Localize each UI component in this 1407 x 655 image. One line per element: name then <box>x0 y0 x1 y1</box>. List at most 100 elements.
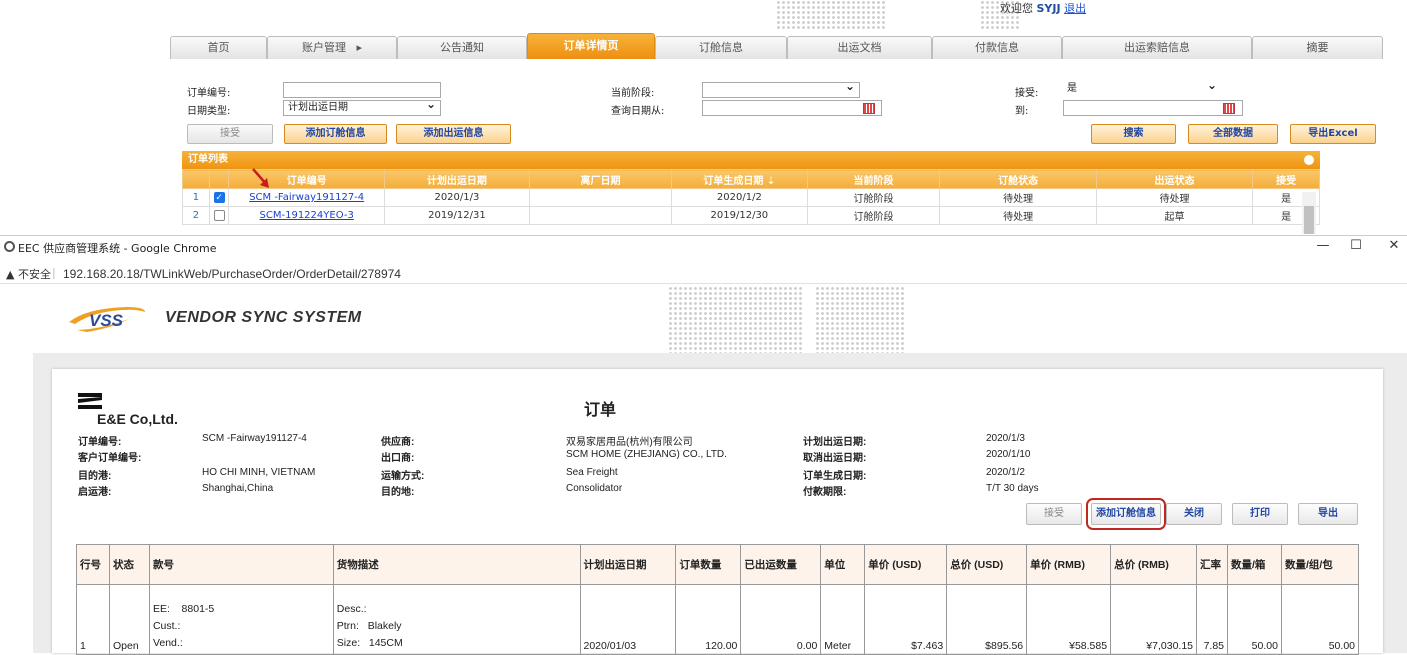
query-from-label: 查询日期从: <box>611 106 665 117</box>
stage-select[interactable] <box>702 79 860 98</box>
info-value: HO CHI MINH, VIETNAM <box>202 467 316 478</box>
col-shipping-status[interactable]: 出运状态 <box>1095 169 1254 189</box>
cell-leave <box>528 206 673 225</box>
print-button[interactable]: 打印 <box>1232 503 1288 525</box>
order-list-table: 订单编号 计划出运日期 离厂日期 订单生成日期 ⇣ 当前阶段 订舱状态 出运状态… <box>182 169 1320 225</box>
add-booking-button[interactable]: 添加订舱信息 <box>1086 498 1166 530</box>
style-ee: EE: 8801-5 <box>152 603 215 615</box>
info-label: 订单编号: <box>78 437 122 448</box>
scrollbar-thumb[interactable] <box>1304 206 1314 234</box>
col-per-pack: 数量/组/包 <box>1280 544 1360 585</box>
col-total-rmb: 总价 (RMB) <box>1110 544 1198 585</box>
tab-account-label: 账户管理 <box>301 41 346 54</box>
all-data-button[interactable]: 全部数据 <box>1188 124 1278 144</box>
tab-notices[interactable]: 公告通知 <box>397 36 527 59</box>
row-checkbox[interactable] <box>213 209 225 221</box>
tab-shipping-docs[interactable]: 出运文档 <box>787 36 932 59</box>
maximize-button[interactable]: ☐ <box>1346 238 1366 253</box>
date-to-input[interactable] <box>1063 100 1243 116</box>
info-value: 双易家居用品(杭州)有限公司 <box>566 437 693 448</box>
col-plan-date: 计划出运日期 <box>579 544 677 585</box>
vss-logo: VSS <box>69 307 145 332</box>
order-list-title: 订单列表 <box>188 154 228 165</box>
window-title: EEC 供应商管理系统 - Google Chrome <box>18 242 217 255</box>
calendar-icon[interactable] <box>1223 103 1235 114</box>
red-arrow-icon <box>252 168 269 188</box>
url-text[interactable]: 192.168.20.18/TWLinkWeb/PurchaseOrder/Or… <box>63 267 401 281</box>
logout-link[interactable]: 退出 <box>1064 2 1086 15</box>
address-bar[interactable]: ▲ 不安全 | 192.168.20.18/TWLinkWeb/Purchase… <box>0 264 1407 284</box>
order-link[interactable]: SCM-191224YEO-3 <box>260 210 354 221</box>
row-index: 1 <box>182 188 210 207</box>
accept-button[interactable]: 接受 <box>1026 503 1082 525</box>
export-button[interactable]: 导出 <box>1298 503 1358 525</box>
export-excel-button[interactable]: 导出Excel <box>1290 124 1376 144</box>
info-label: 付款期限: <box>803 487 847 498</box>
col-plan-ship[interactable]: 计划出运日期 <box>383 169 530 189</box>
close-window-button[interactable]: ✕ <box>1384 238 1404 253</box>
table-row[interactable]: 1 ✓ SCM -Fairway191127-4 2020/1/3 2020/1… <box>182 188 1320 207</box>
info-label: 订单生成日期: <box>803 471 867 482</box>
cell-unit: Meter <box>820 584 866 655</box>
cell-qty: 120.00 <box>675 584 742 655</box>
col-leave-date[interactable]: 离厂日期 <box>528 169 673 189</box>
col-created[interactable]: 订单生成日期 ⇣ <box>671 169 808 189</box>
logo-text: VSS <box>89 311 124 330</box>
sort-icon: ⇣ <box>766 175 776 187</box>
tab-booking-info[interactable]: 订舱信息 <box>655 36 787 59</box>
user-name: SYJJ <box>1036 2 1061 15</box>
info-value: T/T 30 days <box>986 483 1039 494</box>
window-titlebar: EEC 供应商管理系统 - Google Chrome — ☐ ✕ <box>0 236 1407 257</box>
accept-button[interactable]: 接受 <box>187 124 273 144</box>
cell-status: Open <box>108 584 150 655</box>
date-from-input[interactable] <box>702 100 882 116</box>
info-value: Sea Freight <box>566 467 618 478</box>
accept-label: 接受: <box>1015 88 1039 99</box>
col-stage[interactable]: 当前阶段 <box>806 169 941 189</box>
date-type-select[interactable]: 计划出运日期 <box>283 97 441 116</box>
cell-shipping: 起草 <box>1095 206 1254 225</box>
col-unit-usd: 单价 (USD) <box>864 544 948 585</box>
cell-total-rmb: ¥7,030.15 <box>1110 584 1198 655</box>
cell-plan-date: 2020/01/03 <box>579 584 677 655</box>
col-total-usd: 总价 (USD) <box>946 544 1028 585</box>
tab-order-detail[interactable]: 订单详情页 <box>527 33 655 59</box>
desc-line: Size: 145CM <box>336 637 403 649</box>
collapse-icon[interactable] <box>1304 155 1314 165</box>
accept-select[interactable]: 是 <box>1063 78 1221 98</box>
col-rate: 汇率 <box>1196 544 1228 585</box>
info-value: Shanghai,China <box>202 483 274 494</box>
order-no-input[interactable] <box>283 82 441 98</box>
table-scrollbar[interactable] <box>1302 192 1316 234</box>
row-index: 2 <box>182 206 210 225</box>
info-value: 2020/1/2 <box>986 467 1025 478</box>
insecure-warning[interactable]: ▲ 不安全 <box>6 266 51 282</box>
desc-line: Desc.: <box>336 603 367 615</box>
document-title: 订单 <box>584 400 617 419</box>
col-accept[interactable]: 接受 <box>1252 169 1320 189</box>
info-label: 取消出运日期: <box>803 453 867 464</box>
info-label: 出口商: <box>381 453 415 464</box>
row-checkbox-checked[interactable]: ✓ <box>213 191 225 203</box>
cell-description: Desc.: Ptrn: Blakely Size: 145CM <box>332 584 581 655</box>
table-row[interactable]: 2 SCM-191224YEO-3 2019/12/31 2019/12/30 … <box>182 206 1320 225</box>
col-unit-rmb: 单价 (RMB) <box>1026 544 1112 585</box>
tab-shipping-claims[interactable]: 出运索赔信息 <box>1062 36 1252 59</box>
search-button[interactable]: 搜索 <box>1091 124 1176 144</box>
minimize-button[interactable]: — <box>1313 238 1333 253</box>
tab-home[interactable]: 首页 <box>170 36 267 59</box>
tab-payment-info[interactable]: 付款信息 <box>932 36 1062 59</box>
order-link[interactable]: SCM -Fairway191127-4 <box>249 192 364 203</box>
add-shipping-button[interactable]: 添加出运信息 <box>396 124 511 144</box>
desc-line: Ptrn: Blakely <box>336 620 402 632</box>
calendar-icon[interactable] <box>863 103 875 114</box>
info-value: 2020/1/10 <box>986 449 1031 460</box>
tab-summary[interactable]: 摘要 <box>1252 36 1383 59</box>
cell-shipped: 0.00 <box>740 584 822 655</box>
cell-per-box: 50.00 <box>1227 584 1282 655</box>
col-booking-status[interactable]: 订舱状态 <box>939 169 1097 189</box>
chrome-icon <box>4 241 15 252</box>
tab-account[interactable]: 账户管理 ▸ <box>267 36 397 59</box>
add-booking-button[interactable]: 添加订舱信息 <box>284 124 387 144</box>
close-button[interactable]: 关闭 <box>1166 503 1222 525</box>
